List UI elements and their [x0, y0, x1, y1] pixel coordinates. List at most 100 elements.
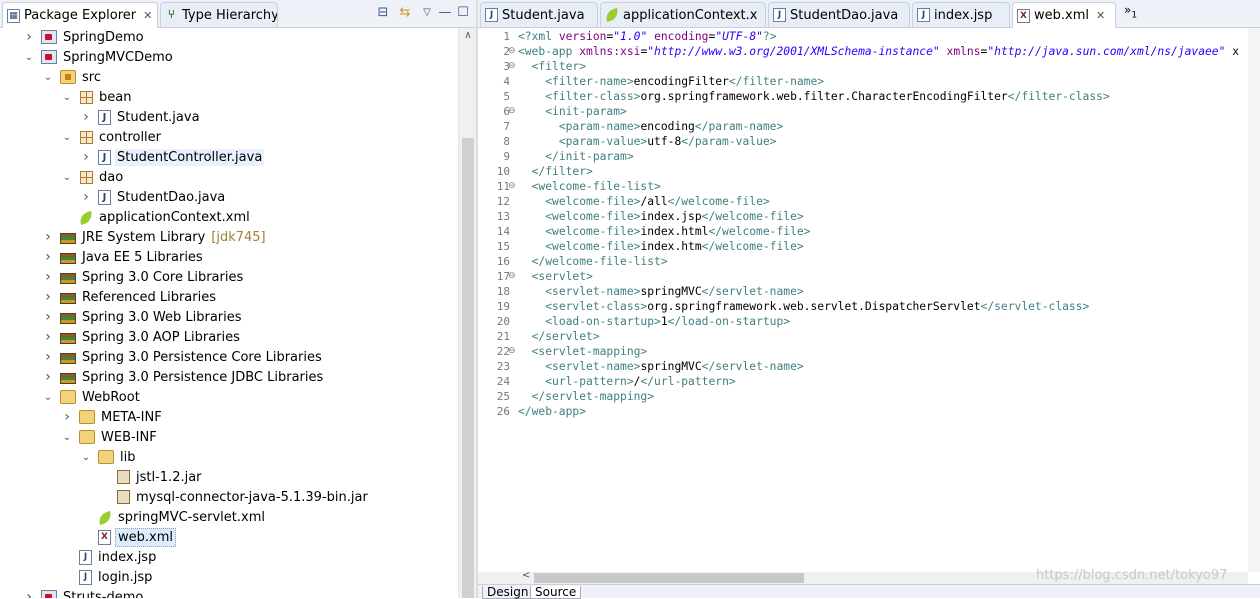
- code-line[interactable]: <welcome-file>index.html</welcome-file>: [518, 224, 810, 239]
- collapse-all-icon[interactable]: ⊟: [376, 6, 390, 20]
- chevron-down-icon[interactable]: ⌄: [61, 432, 73, 443]
- tree-item[interactable]: ⌄ WebRoot: [42, 387, 142, 407]
- minimize-icon[interactable]: —: [438, 6, 452, 20]
- code-line[interactable]: <welcome-file>/all</welcome-file>: [518, 194, 769, 209]
- chevron-right-icon[interactable]: ›: [42, 309, 54, 325]
- tree-item[interactable]: ⌄ SpringMVCDemo: [23, 47, 175, 67]
- tree-item[interactable]: applicationContext.xml: [61, 207, 252, 227]
- fold-toggle-icon[interactable]: ⊖: [508, 59, 516, 74]
- tree-item[interactable]: › J StudentDao.java: [80, 187, 227, 207]
- chevron-down-icon[interactable]: ⌄: [42, 72, 54, 83]
- tree-item[interactable]: › Struts-demo: [23, 587, 145, 598]
- editor-vertical-scrollbar[interactable]: [1248, 28, 1260, 572]
- tree-item[interactable]: ⌄ controller: [61, 127, 163, 147]
- chevron-right-icon[interactable]: ›: [80, 189, 92, 205]
- code-line[interactable]: <filter>: [518, 59, 586, 74]
- chevron-right-icon[interactable]: ›: [23, 589, 35, 598]
- tree-item[interactable]: › SpringDemo: [23, 28, 146, 47]
- chevron-right-icon[interactable]: ›: [61, 409, 73, 425]
- xml-source-editor[interactable]: 1 2 ⊖ 3 ⊖ 4 5 6 ⊖ 7 8 9 10 11 ⊖ 12 13 14 15 16 17 ⊖ 18 19 20 21 22…: [478, 28, 1260, 572]
- tree-item[interactable]: › Spring 3.0 Core Libraries: [42, 267, 245, 287]
- scrollbar-thumb[interactable]: [534, 573, 804, 583]
- code-line[interactable]: <servlet-mapping>: [518, 344, 648, 359]
- chevron-right-icon[interactable]: ›: [42, 269, 54, 285]
- tree-item[interactable]: ⌄ lib: [80, 447, 137, 467]
- chevron-right-icon[interactable]: ›: [42, 249, 54, 265]
- scroll-left-arrow-icon[interactable]: <: [522, 570, 530, 581]
- chevron-right-icon[interactable]: ›: [42, 229, 54, 245]
- project-tree[interactable]: › SpringDemo ⌄ SpringMVCDemo ⌄ src ⌄ bean › J Stud…: [0, 28, 458, 598]
- tab-index-jsp[interactable]: J index.jsp: [912, 2, 1010, 27]
- tree-item[interactable]: ⌄ src: [42, 67, 103, 87]
- code-line[interactable]: <filter-class>org.springframework.web.fi…: [518, 89, 1110, 104]
- tree-item[interactable]: Xweb.xml: [80, 527, 176, 547]
- fold-toggle-icon[interactable]: ⊖: [508, 344, 516, 359]
- code-line[interactable]: <param-name>encoding</param-name>: [518, 119, 783, 134]
- tree-item[interactable]: › Java EE 5 Libraries: [42, 247, 205, 267]
- code-line[interactable]: </servlet-mapping>: [518, 389, 654, 404]
- tree-item[interactable]: › Spring 3.0 Persistence Core Libraries: [42, 347, 324, 367]
- chevron-right-icon[interactable]: ›: [42, 369, 54, 385]
- tree-item[interactable]: ⌄ WEB-INF: [61, 427, 159, 447]
- code-line[interactable]: <filter-name>encodingFilter</filter-name…: [518, 74, 824, 89]
- code-line[interactable]: <load-on-startup>1</load-on-startup>: [518, 314, 790, 329]
- code-line[interactable]: <servlet>: [518, 269, 593, 284]
- chevron-down-icon[interactable]: ⌄: [61, 132, 73, 143]
- code-line[interactable]: </filter>: [518, 164, 593, 179]
- code-line[interactable]: <web-app xmlns:xsi="http://www.w3.org/20…: [518, 44, 1239, 59]
- tree-item[interactable]: mysql-connector-java-5.1.39-bin.jar: [99, 487, 370, 507]
- code-line[interactable]: <welcome-file-list>: [518, 179, 661, 194]
- code-line[interactable]: </servlet>: [518, 329, 600, 344]
- chevron-right-icon[interactable]: ›: [42, 289, 54, 305]
- tree-item[interactable]: ⌄ bean: [61, 87, 133, 107]
- chevron-right-icon[interactable]: ›: [80, 109, 92, 125]
- chevron-down-icon[interactable]: ⌄: [61, 92, 73, 103]
- tree-item[interactable]: › Spring 3.0 AOP Libraries: [42, 327, 242, 347]
- tab-studentdao-java[interactable]: J StudentDao.java: [768, 2, 910, 27]
- tree-scrollbar[interactable]: ∧: [458, 28, 476, 598]
- tab-overflow-button[interactable]: »1: [1124, 3, 1137, 20]
- tree-item[interactable]: › META-INF: [61, 407, 164, 427]
- code-line[interactable]: <url-pattern>/</url-pattern>: [518, 374, 735, 389]
- tab-web-xml[interactable]: X web.xml ✕: [1012, 2, 1116, 28]
- chevron-right-icon[interactable]: ›: [42, 329, 54, 345]
- tab-student-java[interactable]: J Student.java: [480, 2, 598, 27]
- tree-item[interactable]: ⌄ dao: [61, 167, 125, 187]
- maximize-icon[interactable]: ☐: [456, 6, 470, 20]
- tree-item[interactable]: › Referenced Libraries: [42, 287, 218, 307]
- code-line[interactable]: <?xml version="1.0" encoding="UTF-8"?>: [518, 29, 777, 44]
- code-line[interactable]: <servlet-name>springMVC</servlet-name>: [518, 359, 803, 374]
- fold-toggle-icon[interactable]: ⊖: [508, 44, 516, 59]
- code-line[interactable]: <welcome-file>index.jsp</welcome-file>: [518, 209, 803, 224]
- scroll-up-arrow-icon[interactable]: ∧: [459, 30, 477, 41]
- scrollbar-thumb[interactable]: [462, 138, 474, 598]
- tab-source[interactable]: Source: [530, 586, 582, 599]
- chevron-down-icon[interactable]: ⌄: [23, 52, 35, 63]
- tab-applicationcontext[interactable]: applicationContext.x: [600, 2, 766, 27]
- chevron-down-icon[interactable]: ⌄: [42, 392, 54, 403]
- code-line[interactable]: </welcome-file-list>: [518, 254, 668, 269]
- view-menu-icon[interactable]: ▽: [420, 6, 434, 20]
- tree-item[interactable]: › Spring 3.0 Web Libraries: [42, 307, 244, 327]
- link-with-editor-icon[interactable]: ⇆: [398, 6, 412, 20]
- tab-design[interactable]: Design: [482, 586, 534, 599]
- chevron-down-icon[interactable]: ⌄: [61, 172, 73, 183]
- tree-item[interactable]: jstl-1.2.jar: [99, 467, 204, 487]
- code-line[interactable]: <param-value>utf-8</param-value>: [518, 134, 777, 149]
- code-line[interactable]: <welcome-file>index.htm</welcome-file>: [518, 239, 803, 254]
- tree-item[interactable]: Jlogin.jsp: [61, 567, 154, 587]
- close-icon[interactable]: ✕: [143, 9, 152, 22]
- tab-type-hierarchy[interactable]: ⑂ Type Hierarchy: [160, 2, 278, 27]
- tree-item[interactable]: Jindex.jsp: [61, 547, 158, 567]
- tree-item[interactable]: › J Student.java: [80, 107, 202, 127]
- tree-item[interactable]: springMVC-servlet.xml: [80, 507, 267, 527]
- code-line[interactable]: <servlet-name>springMVC</servlet-name>: [518, 284, 803, 299]
- tree-item[interactable]: › J StudentController.java: [80, 147, 265, 167]
- code-line[interactable]: </web-app>: [518, 404, 586, 419]
- code-line[interactable]: <init-param>: [518, 104, 627, 119]
- chevron-down-icon[interactable]: ⌄: [80, 452, 92, 463]
- code-line[interactable]: </init-param>: [518, 149, 633, 164]
- code-line[interactable]: <servlet-class>org.springframework.web.s…: [518, 299, 1089, 314]
- chevron-right-icon[interactable]: ›: [23, 29, 35, 45]
- chevron-right-icon[interactable]: ›: [80, 149, 92, 165]
